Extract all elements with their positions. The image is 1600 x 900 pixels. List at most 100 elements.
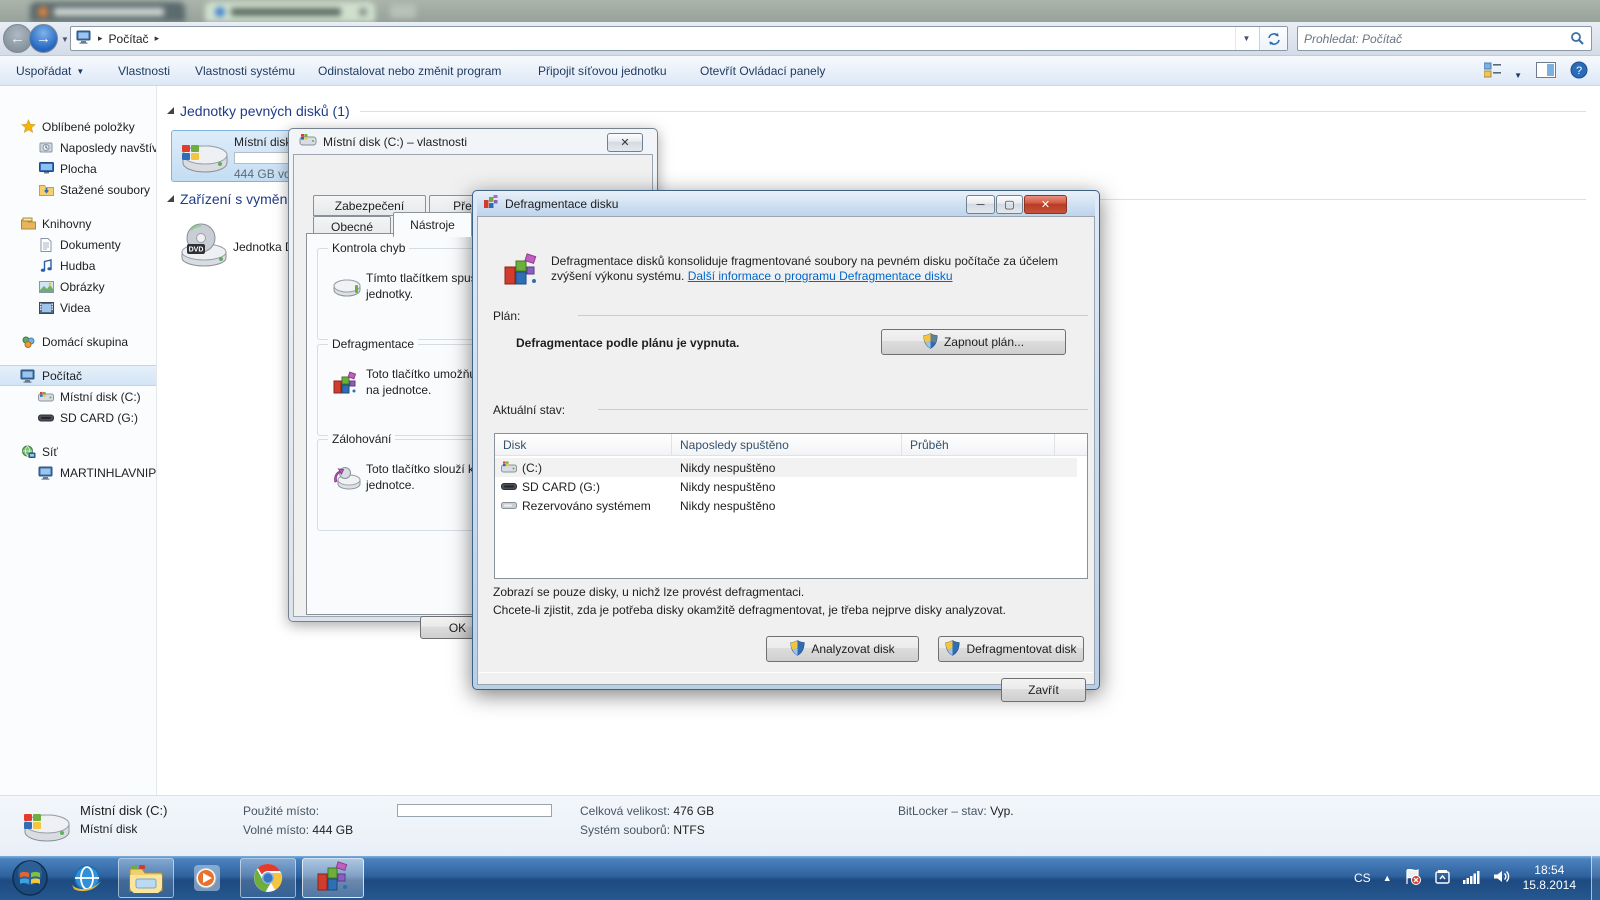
defrag-info-link[interactable]: Další informace o programu Defragmentace… [688,269,953,283]
downloads-folder-icon [38,182,54,198]
navigation-pane: Oblíbené položky Naposledy navštívené Pl… [0,86,157,795]
show-desktop-button[interactable] [1591,856,1600,900]
breadcrumb-location[interactable]: Počítač [109,32,149,46]
enable-plan-button[interactable]: Zapnout plán... [881,329,1066,355]
close-button[interactable]: ✕ [607,133,643,152]
sidebar-item-recent-places[interactable]: Naposledy navštívené [0,137,156,158]
sidebar-item-downloads[interactable]: Stažené soubory [0,179,156,200]
taskbar-media-player[interactable] [182,858,232,898]
uac-shield-icon [790,640,805,659]
preview-pane-button[interactable] [1536,62,1556,81]
search-input[interactable] [1304,29,1559,48]
minimize-button[interactable]: ─ [966,195,995,214]
sidebar-item-desktop[interactable]: Plocha [0,158,156,179]
system-tray: CS ▲ 18:54 15.8.2014 [1354,856,1582,900]
maximize-button[interactable]: ▢ [996,195,1023,214]
organize-menu[interactable]: Uspořádat▼ [6,56,94,86]
taskbar: CS ▲ 18:54 15.8.2014 [0,856,1600,900]
defrag-icon [332,371,358,400]
tab-favicon [38,7,48,17]
properties-command[interactable]: Vlastnosti [108,56,180,86]
plan-status: Defragmentace podle plánu je vypnuta. [516,336,739,350]
table-row-c-drive[interactable]: (C:) Nikdy nespuštěno [495,458,1077,477]
new-tab-button[interactable] [390,4,416,18]
analyze-disk-button[interactable]: Analyzovat disk [766,636,919,662]
defrag-dialog-title: Defragmentace disku [505,197,618,211]
defrag-dialog: Defragmentace disku ─ ▢ ✕ Defragmentace … [472,190,1100,690]
column-header-disk[interactable]: Disk [495,434,672,456]
network-signal-icon[interactable] [1463,870,1481,887]
sidebar-item-local-disk-c[interactable]: Místní disk (C:) [0,386,156,407]
views-button[interactable]: ▼ [1484,62,1522,81]
table-row-sd-card[interactable]: SD CARD (G:) Nikdy nespuštěno [495,477,902,496]
open-control-panel-command[interactable]: Otevřít Ovládací panely [690,56,835,86]
action-center-icon[interactable] [1404,869,1422,888]
taskbar-chrome[interactable] [240,858,296,898]
sidebar-item-libraries[interactable]: Knihovny [0,213,156,234]
start-button[interactable] [6,858,54,898]
defrag-dialog-titlebar[interactable]: Defragmentace disku ─ ▢ ✕ [477,191,1095,216]
hard-drive-icon-large [20,802,72,851]
address-dropdown-icon[interactable]: ▼ [1235,27,1257,50]
language-indicator[interactable]: CS [1354,871,1371,885]
close-button[interactable]: ✕ [1024,195,1067,214]
uac-shield-icon [945,640,960,659]
refresh-button[interactable] [1259,27,1287,50]
sidebar-item-homegroup[interactable]: Domácí skupina [0,331,156,352]
column-header-last-run[interactable]: Naposledy spuštěno [672,434,902,456]
windows-update-icon[interactable] [1434,869,1451,888]
sidebar-item-pictures[interactable]: Obrázky [0,276,156,297]
uninstall-program-command[interactable]: Odinstalovat nebo změnit program [308,56,511,86]
total-size-value: 476 GB [673,804,714,818]
sidebar-item-videos[interactable]: Videa [0,297,156,318]
plan-rule [578,315,1088,316]
background-browser-tab[interactable] [30,2,185,22]
group-header-hard-disks[interactable]: Jednotky pevných disků (1) [167,100,1592,122]
taskbar-clock[interactable]: 18:54 15.8.2014 [1523,863,1576,893]
forward-button[interactable]: → [29,24,58,53]
help-icon[interactable]: ? [1570,61,1588,82]
system-properties-command[interactable]: Vlastnosti systému [185,56,305,86]
sd-card-icon [38,410,54,426]
plan-label: Plán: [493,309,520,323]
note-line-1: Zobrazí se pouze disky, u nichž lze prov… [493,585,804,599]
table-row-system-reserved[interactable]: Rezervováno systémem Nikdy nespuštěno [495,496,902,515]
defragment-disk-button[interactable]: Defragmentovat disk [938,636,1084,662]
background-browser-tab-active[interactable] [205,2,375,22]
partition-icon [501,501,517,510]
show-hidden-icons-icon[interactable]: ▲ [1383,873,1392,883]
column-header-progress[interactable]: Průběh [902,434,1055,456]
close-dialog-button[interactable]: Zavřít [1001,678,1086,702]
properties-dialog-titlebar[interactable]: Místní disk (C:) – vlastnosti ✕ [293,129,653,154]
sidebar-item-sd-card[interactable]: SD CARD (G:) [0,407,156,428]
music-note-icon [38,258,54,274]
tab-close-icon[interactable] [359,8,367,16]
note-line-2: Chcete-li zjistit, zda je potřeba disky … [493,603,1006,617]
collapse-triangle-icon[interactable] [167,107,174,114]
taskbar-internet-explorer[interactable] [62,858,112,898]
sidebar-item-network[interactable]: Síť [0,441,156,462]
status-drive-name: Místní disk (C:) [80,803,167,818]
sidebar-item-computer[interactable]: Počítač [0,365,156,386]
back-button[interactable]: ← [3,24,32,53]
defrag-icon-large [503,253,539,292]
map-network-drive-command[interactable]: Připojit síťovou jednotku [528,56,677,86]
status-drive-type: Místní disk [80,822,137,836]
hard-drive-icon [38,389,54,405]
address-bar[interactable]: ▸ Počítač ▸ ▼ [70,26,1288,51]
taskbar-defrag[interactable] [302,858,364,898]
blurred-tab-title [54,8,164,16]
breadcrumb-chevron-icon[interactable]: ▸ [155,33,160,44]
removable-drive-icon [501,482,517,491]
sidebar-item-documents[interactable]: Dokumenty [0,234,156,255]
volume-icon[interactable] [1493,869,1511,887]
sidebar-item-network-pc[interactable]: MARTINHLAVNIPC [0,462,156,483]
search-icon[interactable] [1570,31,1585,49]
sidebar-item-favorites[interactable]: Oblíbené položky [0,116,156,137]
search-box [1297,26,1592,51]
collapse-triangle-icon[interactable] [167,195,174,202]
sidebar-item-music[interactable]: Hudba [0,255,156,276]
taskbar-windows-explorer[interactable] [118,858,174,898]
history-dropdown-icon[interactable]: ▼ [61,35,69,44]
tab-tools[interactable]: Nástroje [393,212,472,237]
